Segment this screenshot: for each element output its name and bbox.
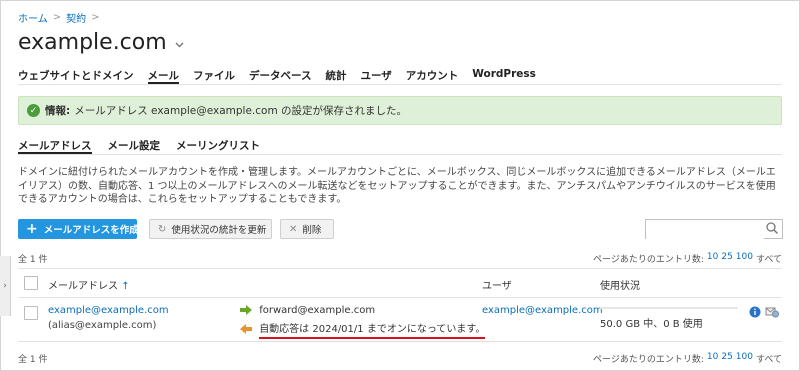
column-user[interactable]: ユーザ [482,277,512,292]
breadcrumb-home[interactable]: ホーム [18,10,48,25]
autoreply-arrow-icon [240,324,252,334]
row-alias: (alias@example.com) [48,320,157,331]
breadcrumb-contract[interactable]: 契約 [66,10,86,25]
success-alert: ✓ 情報: メールアドレス example@example.com の設定が保存… [18,96,782,125]
info-icon[interactable] [749,306,761,318]
tab-files[interactable]: ファイル [193,68,235,84]
search-icon[interactable] [765,221,779,235]
tab-mailing-lists[interactable]: メーリングリスト [176,138,260,154]
per-page-label: ページあたりのエントリ数: [593,355,704,365]
column-email[interactable]: メールアドレス ↑ [48,277,130,292]
per-page-25[interactable]: 25 [721,352,732,365]
alert-message: メールアドレス example@example.com の設定が保存されました。 [74,105,408,117]
select-all-checkbox[interactable] [24,276,38,290]
breadcrumb-separator: > [91,12,100,23]
tab-statistics[interactable]: 統計 [325,68,346,84]
create-email-label: メールアドレスを作成 [43,225,139,236]
entry-count-bottom: 全 1 件 [18,355,48,365]
row-usage: 50.0 GB 中、0 B 使用 [600,319,703,330]
tab-mail[interactable]: メール [147,68,179,84]
per-page-10[interactable]: 10 [707,352,718,365]
refresh-icon: ↻ [158,223,167,235]
usage-bar [600,307,738,309]
update-stats-label: 使用状況の統計を更新 [171,225,267,236]
column-usage[interactable]: 使用状況 [600,277,640,292]
page-title[interactable]: example.com [18,30,184,55]
per-page-10[interactable]: 10 [707,252,718,265]
chevron-right-icon: › [3,281,7,291]
row-checkbox[interactable] [24,306,38,320]
sidebar-toggle[interactable]: › [0,256,11,316]
table-header: メールアドレス ↑ ユーザ 使用状況 [18,268,782,298]
tab-databases[interactable]: データベース [249,68,311,84]
update-stats-button[interactable]: ↻ 使用状況の統計を更新 [149,219,272,239]
alert-label: 情報: [45,105,71,117]
pager-top: ページあたりのエントリ数: 10 25 100 すべて [593,252,782,265]
tab-users[interactable]: ユーザ [360,68,391,84]
per-page-25[interactable]: 25 [721,252,732,265]
table-row: example@example.com (alias@example.com) … [18,297,782,342]
main-tabs: ウェブサイトとドメイン メール ファイル データベース 統計 ユーザ アカウント… [18,68,782,85]
autoreply-status: 自動応答は 2024/01/1 までオンになっています。 [259,324,486,339]
autoreply-info: 自動応答は 2024/01/1 までオンになっています。 [240,320,486,339]
page-description: ドメインに紐付けられたメールアカウントを作成・管理します。メールアカウントごとに… [18,167,776,205]
plus-icon: + [26,221,38,237]
tab-email-addresses[interactable]: メールアドレス [18,138,92,154]
create-email-button[interactable]: + メールアドレスを作成 [18,219,139,239]
forward-info: forward@example.com [240,305,375,316]
per-page-all[interactable]: すべて [756,252,782,265]
per-page-label: ページあたりのエントリ数: [593,255,704,265]
site-title: example.com [18,30,167,55]
delete-label: 削除 [302,225,322,236]
delete-x-icon: ✕ [289,223,298,235]
tab-account[interactable]: アカウント [406,68,459,84]
pager-bottom: ページあたりのエントリ数: 10 25 100 すべて [593,352,782,365]
forward-arrow-icon [240,305,252,315]
forward-address: forward@example.com [259,305,376,316]
row-user-link[interactable]: example@example.com [482,305,603,316]
tab-wordpress[interactable]: WordPress [472,68,536,84]
breadcrumb: ホーム > 契約 > [18,10,99,25]
per-page-100[interactable]: 100 [736,252,753,265]
per-page-all[interactable]: すべて [756,352,782,365]
webmail-icon[interactable] [765,305,779,318]
sort-asc-icon: ↑ [121,281,130,292]
search-box [645,219,783,241]
per-page-100[interactable]: 100 [736,352,753,365]
delete-button[interactable]: ✕ 削除 [280,219,334,239]
row-email-link[interactable]: example@example.com [48,305,169,316]
entry-count-top: 全 1 件 [18,255,48,265]
mail-subtabs: メールアドレス メール設定 メーリングリスト [18,138,782,155]
breadcrumb-separator: > [52,12,62,23]
search-input[interactable] [646,224,764,241]
chevron-down-icon [175,42,184,47]
tab-websites-domains[interactable]: ウェブサイトとドメイン [18,68,134,84]
column-email-label: メールアドレス [48,281,118,292]
tab-mail-settings[interactable]: メール設定 [108,138,161,154]
check-circle-icon: ✓ [27,104,40,117]
